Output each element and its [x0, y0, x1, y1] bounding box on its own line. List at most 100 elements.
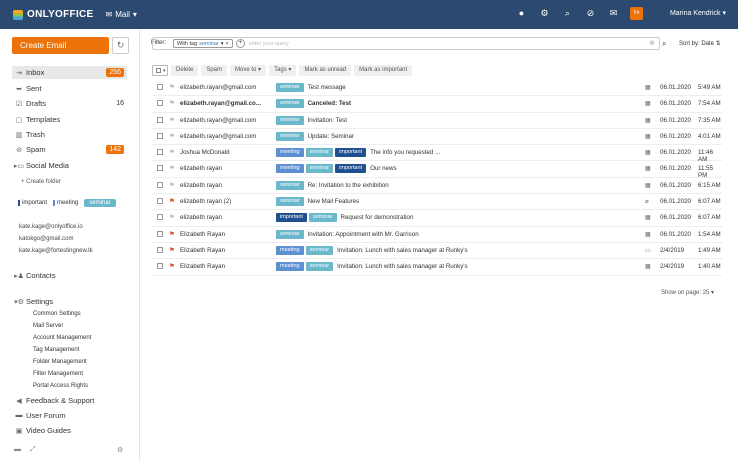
mark-important-button[interactable]: Mark as important: [354, 65, 413, 76]
row-checkbox[interactable]: [157, 181, 163, 188]
row-checkbox[interactable]: [157, 149, 163, 156]
page-size-selector[interactable]: Show on page: 25 ▾: [661, 289, 714, 296]
sidebar-item-videos[interactable]: ▣ Video Guides: [12, 424, 127, 437]
user-menu[interactable]: Marina Kendrick ▾: [670, 9, 726, 17]
row-checkbox[interactable]: [157, 84, 163, 90]
flag-icon[interactable]: ⚑: [169, 83, 175, 91]
create-email-button[interactable]: Create Email: [12, 37, 109, 54]
close-icon[interactable]: ×: [226, 40, 229, 47]
expand-icon[interactable]: ⤢: [30, 446, 36, 454]
sidebar-item-forum[interactable]: ▬ User Forum: [12, 409, 127, 422]
module-switcher[interactable]: ✉ Mail ▾: [106, 10, 137, 19]
row-checkbox[interactable]: [157, 132, 163, 139]
search-input[interactable]: enter your query: [249, 41, 289, 47]
table-row[interactable]: ⚑ elizabeth rayan important seminar Request …: [152, 210, 722, 227]
table-row[interactable]: ⚑ Joshua McDonald meeting seminar important T…: [152, 145, 722, 163]
flag-icon[interactable]: ⚑: [169, 132, 175, 140]
subject: Invitation: Lunch with sales manager at …: [337, 246, 468, 254]
tags-button[interactable]: Tags ▾: [269, 65, 297, 76]
settings-common[interactable]: Common Settings: [33, 311, 81, 317]
table-row[interactable]: ⚑ elizabeth rayan seminar Re: Invitation to…: [152, 178, 722, 195]
flag-icon[interactable]: ⚑: [169, 246, 175, 254]
refresh-icon[interactable]: ↻: [112, 37, 129, 54]
add-filter-icon[interactable]: +: [235, 39, 245, 48]
sidebar-item-trash[interactable]: ▥ Trash: [12, 128, 127, 141]
table-row[interactable]: ⚑ Elizabeth Rayan meeting seminar Invitation…: [152, 243, 722, 260]
row-checkbox[interactable]: [157, 198, 163, 205]
flag-icon[interactable]: ⚑: [169, 181, 175, 189]
table-row[interactable]: ⚑ elizabeth.rayan@gmail.com seminar Update:…: [152, 129, 722, 146]
table-row[interactable]: ⚑ elizabeth.rayan@gmail.co... seminar Cance…: [152, 96, 722, 113]
flag-icon[interactable]: ⚑: [169, 164, 175, 172]
sidebar-item-social-media[interactable]: ▸▭ Social Media: [12, 159, 127, 172]
row-checkbox[interactable]: [157, 246, 163, 253]
gear-icon[interactable]: ⚙: [538, 7, 551, 20]
flag-icon[interactable]: ⚑: [169, 116, 175, 124]
mark-unread-button[interactable]: Mark as unread: [299, 65, 352, 76]
logo[interactable]: ONLYOFFICE: [13, 9, 94, 20]
settings-portal-access[interactable]: Portal Access Rights: [33, 383, 88, 389]
settings-tag-management[interactable]: Tag Management: [33, 347, 79, 353]
row-checkbox[interactable]: [157, 100, 163, 107]
time: 6:15 AM: [698, 181, 721, 189]
chevron-down-icon[interactable]: ▾: [221, 40, 224, 47]
table-row[interactable]: ⚑ elizabeth.rayan@gmail.com seminar Invitat…: [152, 113, 722, 129]
date: 2/4/2019: [660, 246, 685, 254]
subject: Invitation: Appointment with Mr. Garriso…: [307, 230, 419, 238]
tag-seminar[interactable]: seminar: [84, 199, 116, 207]
row-checkbox[interactable]: [157, 230, 163, 237]
sidebar-item-inbox[interactable]: ⇥ Inbox 256: [12, 66, 127, 79]
flag-icon[interactable]: ⚑: [169, 148, 175, 156]
account-3[interactable]: kate.kage@fortestingnew.tk: [19, 248, 93, 254]
tag-meeting[interactable]: meeting: [53, 200, 78, 206]
flag-icon[interactable]: ⚑: [169, 262, 175, 270]
flag-icon[interactable]: ⚑: [169, 99, 175, 107]
settings-filter-management[interactable]: Filter Management: [33, 371, 83, 377]
row-checkbox[interactable]: [157, 116, 163, 123]
chat-icon[interactable]: ▬: [14, 446, 21, 453]
sidebar-item-drafts[interactable]: ☑ Drafts 16: [12, 97, 127, 110]
account-2[interactable]: katokgo@gmail.com: [19, 236, 73, 242]
sort-dropdown[interactable]: Sort by: Date ⇅: [679, 40, 721, 47]
select-all-checkbox[interactable]: ▾: [152, 65, 168, 76]
settings-account-management[interactable]: Account Management: [33, 335, 91, 341]
filter-chip[interactable]: With tag seminar ▾ ×: [173, 39, 233, 48]
row-checkbox[interactable]: [157, 214, 163, 221]
row-checkbox[interactable]: [157, 165, 163, 172]
calendar-icon[interactable]: Fri: [630, 7, 643, 20]
delete-button[interactable]: Delete: [171, 65, 199, 76]
move-to-button[interactable]: Move to ▾: [230, 65, 267, 76]
table-row[interactable]: ⚑ Elizabeth Rayan seminar Invitation: Appoi…: [152, 227, 722, 243]
clear-icon[interactable]: ⊗: [649, 39, 655, 47]
sidebar-item-feedback[interactable]: ◀ Feedback & Support: [12, 394, 127, 407]
table-row[interactable]: ⚑ Elizabeth Rayan meeting seminar Invitation…: [152, 259, 722, 276]
calendar-icon: ▦: [645, 215, 651, 222]
flag-icon[interactable]: ⚑: [169, 213, 175, 221]
sidebar-item-sent[interactable]: ➥ Sent: [12, 82, 127, 95]
table-row[interactable]: ⚑ elizabeth rayan meeting seminar important O…: [152, 161, 722, 179]
feed-icon[interactable]: ⊘: [584, 7, 597, 20]
filter-bar[interactable]: With tag seminar ▾ × + enter your query …: [152, 37, 660, 50]
table-row[interactable]: ⚑ elizabeth.rayan@gmail.com seminar Test me…: [152, 80, 722, 97]
table-row[interactable]: ⚑ elizabeth rayan (2) seminar New Mail Feat…: [152, 194, 722, 211]
sidebar-item-spam[interactable]: ⊘ Spam 142: [12, 143, 127, 156]
video-icon: ▣: [15, 427, 23, 435]
account-1[interactable]: kate.kage@onlyoffice.io: [19, 224, 83, 230]
sidebar-item-settings[interactable]: ▾⚙ Settings: [12, 295, 127, 308]
sidebar-item-templates[interactable]: ▢ Templates: [12, 113, 127, 126]
settings-mail-server[interactable]: Mail Server: [33, 323, 63, 329]
search-icon[interactable]: ⌕: [662, 39, 666, 49]
flag-icon[interactable]: ⚑: [169, 197, 175, 205]
help-icon[interactable]: ●: [515, 7, 528, 20]
mail-icon[interactable]: ✉: [607, 7, 620, 20]
create-folder-link[interactable]: + Create folder: [21, 179, 61, 185]
row-checkbox[interactable]: [157, 263, 163, 270]
search-icon[interactable]: ⌕: [561, 7, 574, 20]
flag-icon[interactable]: ⚑: [169, 230, 175, 238]
tag-important[interactable]: important: [18, 200, 47, 206]
sidebar-item-contacts[interactable]: ▸♟ Contacts: [12, 269, 127, 282]
settings-folder-management[interactable]: Folder Management: [33, 359, 87, 365]
gear-icon[interactable]: ⚙: [117, 446, 123, 454]
spam-button[interactable]: Spam: [201, 65, 228, 76]
chevron-down-icon: ▾: [132, 10, 137, 19]
